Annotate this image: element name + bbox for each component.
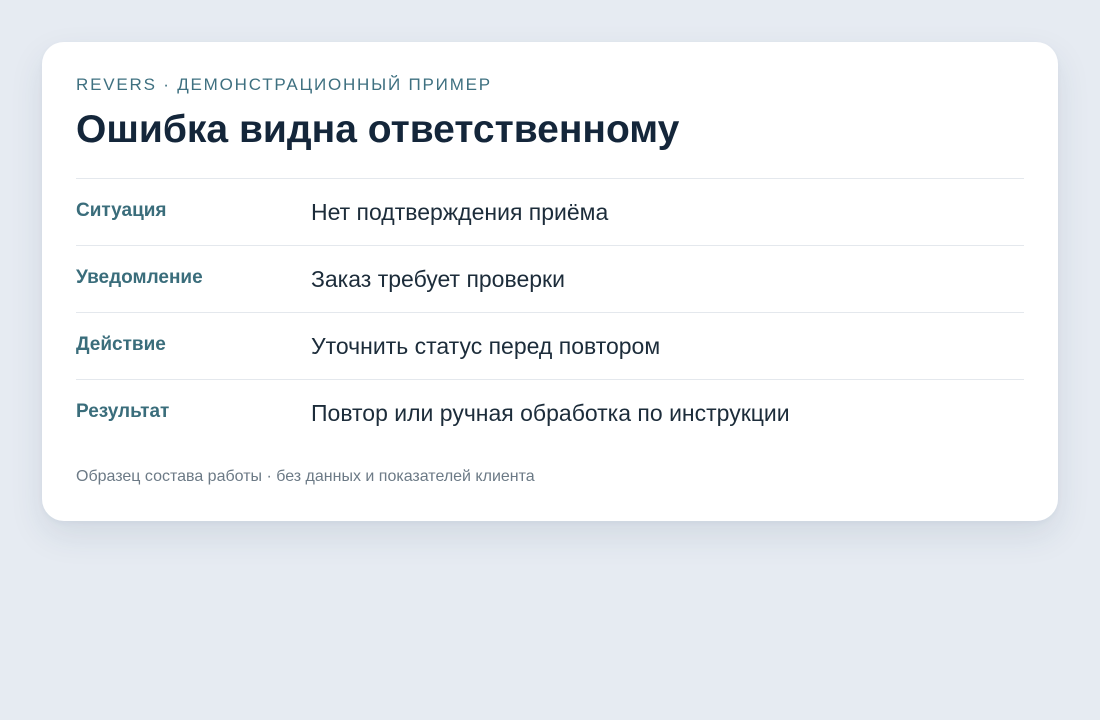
info-card: REVERS · ДЕМОНСТРАЦИОННЫЙ ПРИМЕР Ошибка … <box>42 42 1058 521</box>
page-title: Ошибка видна ответственному <box>76 108 680 151</box>
details-list: Ситуация Нет подтверждения приёма Уведом… <box>76 178 1024 446</box>
eyebrow-label: REVERS · ДЕМОНСТРАЦИОННЫЙ ПРИМЕР <box>76 75 492 94</box>
detail-row-notification: Уведомление Заказ требует проверки <box>76 245 1024 312</box>
detail-value: Повтор или ручная обработка по инструкци… <box>311 400 790 426</box>
detail-label: Уведомление <box>76 267 203 288</box>
detail-value: Заказ требует проверки <box>311 266 565 292</box>
detail-label: Действие <box>76 334 166 355</box>
detail-row-result: Результат Повтор или ручная обработка по… <box>76 379 1024 446</box>
footnote: Образец состава работы · без данных и по… <box>76 468 535 485</box>
detail-row-situation: Ситуация Нет подтверждения приёма <box>76 178 1024 245</box>
detail-row-action: Действие Уточнить статус перед повтором <box>76 312 1024 379</box>
detail-value: Уточнить статус перед повтором <box>311 333 661 359</box>
detail-value: Нет подтверждения приёма <box>311 199 609 225</box>
detail-label: Ситуация <box>76 200 167 221</box>
detail-label: Результат <box>76 401 170 422</box>
